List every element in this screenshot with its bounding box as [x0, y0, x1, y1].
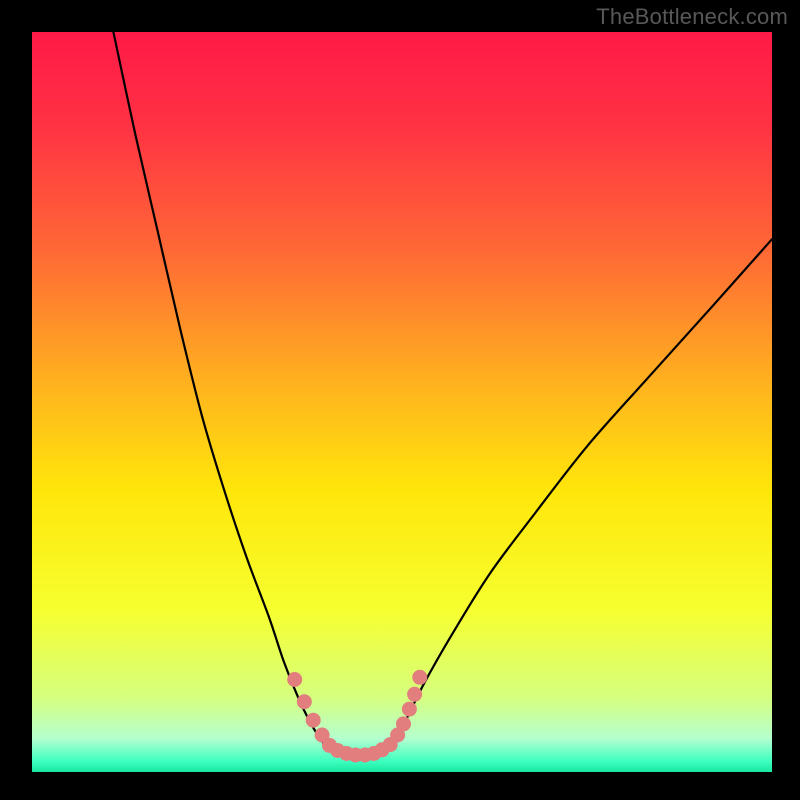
chart-canvas: TheBottleneck.com — [0, 0, 800, 800]
highlight-dot — [412, 670, 427, 685]
chart-svg — [0, 0, 800, 800]
highlight-dot — [402, 702, 417, 717]
highlight-dot — [407, 687, 422, 702]
plot-area — [32, 32, 772, 772]
highlight-dot — [287, 672, 302, 687]
highlight-dot — [306, 713, 321, 728]
watermark-text: TheBottleneck.com — [596, 4, 788, 30]
highlight-dot — [297, 694, 312, 709]
highlight-dot — [396, 716, 411, 731]
